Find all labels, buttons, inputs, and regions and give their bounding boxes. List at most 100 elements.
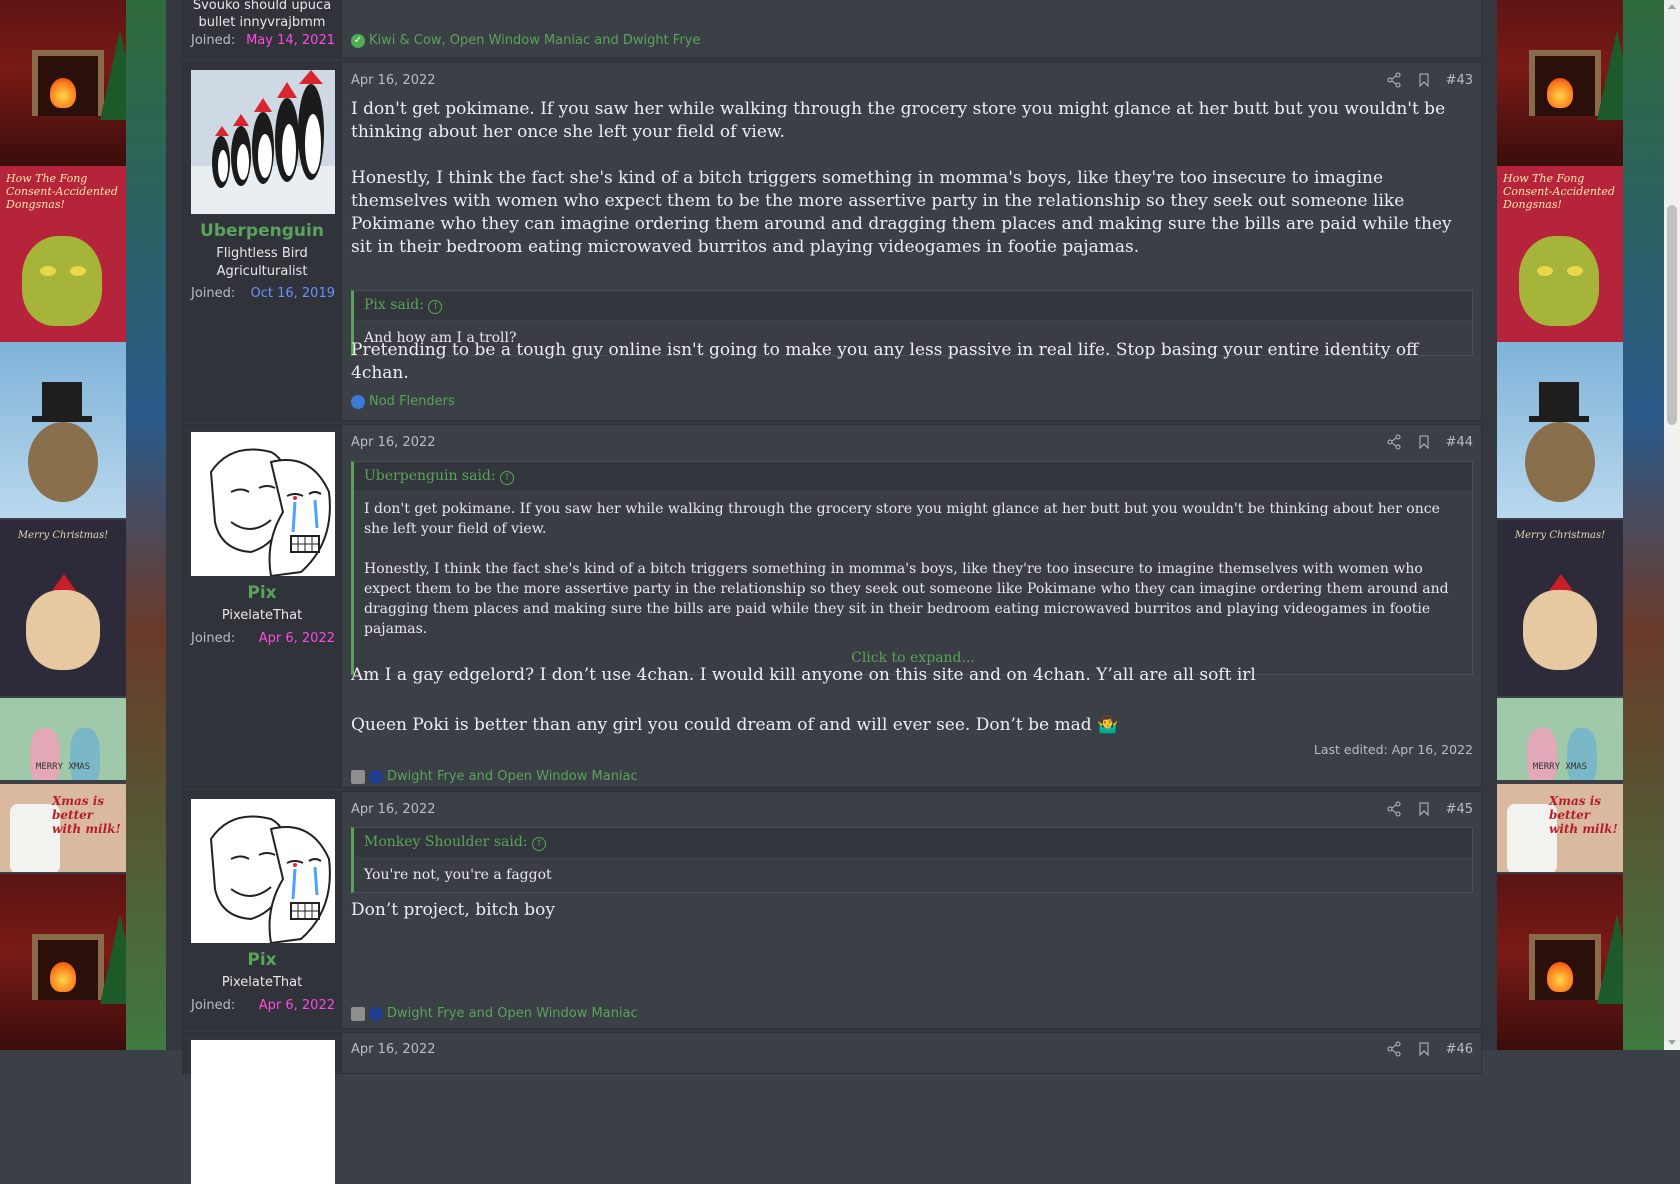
post-number[interactable]: #44: [1446, 435, 1473, 450]
share-icon[interactable]: [1386, 434, 1402, 450]
joined-label: Joined:: [191, 631, 236, 646]
joined-date: Apr 6, 2022: [258, 631, 335, 646]
reactions-list[interactable]: Nod Flenders: [369, 394, 455, 409]
post-paragraph: Don’t project, bitch boy: [351, 900, 555, 920]
scroll-up-arrow[interactable]: [1668, 4, 1676, 9]
joined-date: Oct 16, 2019: [250, 286, 336, 301]
grinch-art: How The Fong Consent-Accidented Dongsnas…: [1497, 166, 1623, 342]
avatar[interactable]: [191, 1040, 335, 1184]
user-title: Flightless Bird: [216, 246, 308, 261]
arrow-up-icon[interactable]: ↑: [500, 471, 515, 485]
joined-date: Apr 6, 2022: [258, 998, 335, 1013]
bookmark-icon[interactable]: [1416, 801, 1432, 817]
post-text: Queen Poki is better than any girl you c…: [351, 715, 1092, 735]
side-strip: [126, 0, 166, 1050]
quote-block: Monkey Shoulder said: ↑ You're not, you'…: [351, 827, 1473, 893]
scrollbar-thumb[interactable]: [1667, 205, 1677, 425]
reactions-list[interactable]: Dwight Frye and Open Window Maniac: [387, 1006, 638, 1021]
joined-row: Joined: May 14, 2021: [191, 33, 335, 48]
quote-body: You're not, you're a faggot: [354, 858, 1472, 892]
share-icon[interactable]: [1386, 801, 1402, 817]
user-pane: Pix PixelateThat Joined: Apr 6, 2022: [183, 425, 342, 787]
quote-paragraph: I don't get pokimane. If you saw her whi…: [364, 501, 1440, 537]
fireplace-art: [1497, 0, 1623, 166]
bookmark-icon[interactable]: [1416, 434, 1432, 450]
reactions-list[interactable]: Kiwi & Cow, Open Window Maniac and Dwigh…: [369, 33, 700, 48]
username[interactable]: Pix: [183, 583, 341, 603]
puppy-art: Merry Christmas!: [1497, 520, 1623, 696]
post-number[interactable]: #45: [1446, 802, 1473, 817]
post-body: Pretending to be a tough guy online isn'…: [351, 339, 1473, 385]
user-title: PixelateThat: [221, 975, 303, 990]
last-edited: Last edited: Apr 16, 2022: [1313, 742, 1473, 757]
react-icon: [351, 769, 365, 784]
post-actions: #44: [1386, 434, 1473, 450]
quote-author[interactable]: Uberpenguin said:: [364, 468, 496, 484]
bookmark-icon[interactable]: [1416, 1041, 1432, 1057]
user-pane: Svouko should upuca bullet innyvrajbmm J…: [183, 0, 342, 57]
avatar[interactable]: [191, 70, 335, 214]
shrug-emoji: 🤷‍♂️: [1097, 715, 1119, 735]
user-pane: [183, 1033, 342, 1184]
post-paragraph: I don't get pokimane. If you saw her whi…: [351, 99, 1446, 142]
post-body: I don't get pokimane. If you saw her whi…: [351, 98, 1473, 259]
quote-author[interactable]: Pix said:: [364, 297, 424, 313]
post-date[interactable]: Apr 16, 2022: [351, 73, 436, 88]
post-actions: #45: [1386, 801, 1473, 817]
post-date[interactable]: Apr 16, 2022: [351, 435, 436, 450]
user-title: PixelateThat: [221, 608, 303, 623]
post-actions: #43: [1386, 72, 1473, 88]
fireplace-art: [1497, 874, 1623, 1050]
username[interactable]: Pix: [183, 950, 341, 970]
arrow-up-icon[interactable]: ↑: [531, 837, 546, 851]
quote-header[interactable]: Monkey Shoulder said: ↑: [354, 828, 1472, 858]
quote-block: Uberpenguin said: ↑ I don't get pokimane…: [351, 461, 1473, 675]
reactions-list[interactable]: Dwight Frye and Open Window Maniac: [387, 769, 638, 784]
react-icon: [369, 769, 383, 784]
arrow-up-icon[interactable]: ↑: [428, 300, 443, 314]
post-paragraph: Pretending to be a tough guy online isn'…: [351, 340, 1419, 383]
post-number[interactable]: #46: [1446, 1042, 1473, 1057]
post-46: Apr 16, 2022 #46: [182, 1032, 1482, 1184]
avatar[interactable]: [191, 432, 335, 576]
reactions-bar[interactable]: Dwight Frye and Open Window Maniac: [351, 1006, 638, 1021]
post-43: Uberpenguin Flightless Bird Agricultural…: [182, 62, 1482, 421]
post-body: Am I a gay edgelord? I don’t use 4chan. …: [351, 664, 1473, 737]
reactions-bar[interactable]: Nod Flenders: [351, 394, 455, 409]
avatar[interactable]: [191, 799, 335, 943]
milk-art: Xmas is better with milk!: [0, 784, 126, 872]
share-icon[interactable]: [1386, 72, 1402, 88]
post-paragraph: Honestly, I think the fact she's kind of…: [351, 168, 1452, 257]
post-number[interactable]: #43: [1446, 73, 1473, 88]
xmas-art: MERRY XMAS: [0, 698, 126, 780]
user-pane: Pix PixelateThat Joined: Apr 6, 2022: [183, 792, 342, 1028]
grinch-art: How The Fong Consent-Accidented Dongsnas…: [0, 166, 126, 342]
scrollbar[interactable]: [1664, 0, 1680, 1050]
joined-row: Joined: Oct 16, 2019: [191, 286, 335, 301]
post-previous: Svouko should upuca bullet innyvrajbmm J…: [182, 0, 1482, 58]
quote-header[interactable]: Uberpenguin said: ↑: [354, 462, 1472, 492]
scroll-down-arrow[interactable]: [1668, 1040, 1676, 1045]
post-date[interactable]: Apr 16, 2022: [351, 802, 436, 817]
xmas-art: MERRY XMAS: [1497, 698, 1623, 780]
fireplace-art: [0, 0, 126, 166]
post-paragraph: Am I a gay edgelord? I don’t use 4chan. …: [351, 665, 1256, 685]
reactions-bar[interactable]: ✓ Kiwi & Cow, Open Window Maniac and Dwi…: [351, 33, 700, 48]
user-title: Agriculturalist: [216, 264, 308, 279]
share-icon[interactable]: [1386, 1041, 1402, 1057]
joined-date: May 14, 2021: [246, 33, 335, 48]
joined-row: Joined: Apr 6, 2022: [191, 631, 335, 646]
bookmark-icon[interactable]: [1416, 72, 1432, 88]
quote-header[interactable]: Pix said: ↑: [354, 291, 1472, 321]
user-title: Svouko should upuca: [192, 0, 332, 13]
username[interactable]: Uberpenguin: [183, 221, 341, 241]
joined-label: Joined:: [191, 998, 236, 1013]
post-actions: #46: [1386, 1041, 1473, 1057]
post-45: Pix PixelateThat Joined: Apr 6, 2022 Apr…: [182, 791, 1482, 1029]
joined-label: Joined:: [191, 33, 236, 48]
quote-author[interactable]: Monkey Shoulder said:: [364, 834, 528, 850]
post-paragraph: Queen Poki is better than any girl you c…: [351, 714, 1473, 737]
reactions-bar[interactable]: Dwight Frye and Open Window Maniac: [351, 769, 638, 784]
joined-row: Joined: Apr 6, 2022: [191, 998, 335, 1013]
side-strip: [1623, 0, 1664, 1050]
